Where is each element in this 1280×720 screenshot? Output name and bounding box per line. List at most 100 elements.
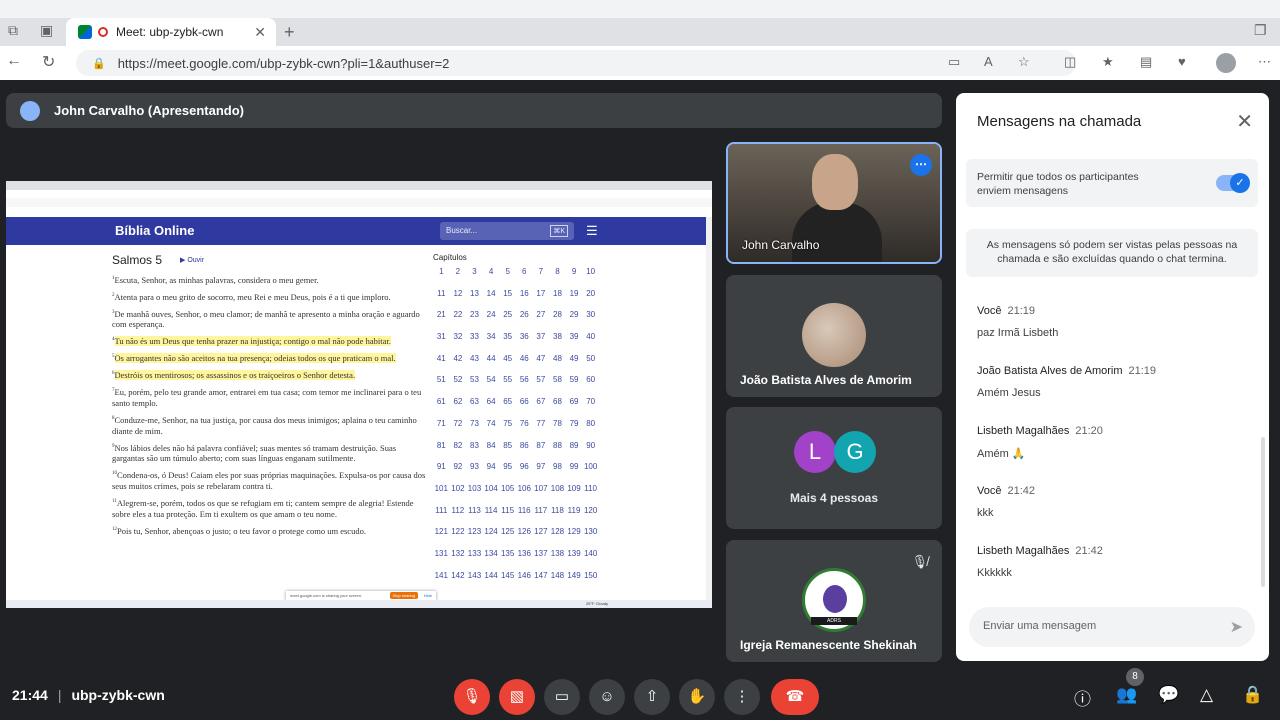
chapter-link: 143 (467, 570, 482, 580)
reload-icon[interactable]: ↻ (42, 52, 55, 72)
participant-tile-john[interactable]: ⋯ John Carvalho (726, 142, 942, 264)
chapter-link: 83 (470, 440, 479, 450)
chapter-link: 120 (583, 505, 598, 515)
reactions-button[interactable]: ☺ (589, 679, 625, 715)
chat-icon[interactable]: 💬 (1158, 685, 1179, 705)
chapter-link: 17 (536, 288, 546, 298)
chapter-link: 105 (500, 483, 515, 493)
more-options-button[interactable]: ⋮ (724, 679, 760, 715)
chapter-link: 84 (486, 440, 496, 450)
chapter-link: 144 (484, 570, 498, 580)
chapter-link: 94 (486, 462, 496, 472)
close-tab-icon[interactable]: ✕ (254, 24, 266, 41)
chapter-link: 39 (569, 332, 579, 342)
chapter-link: 98 (553, 462, 562, 472)
read-aloud-icon[interactable]: A (984, 54, 993, 69)
close-chat-icon[interactable]: ✕ (1236, 109, 1253, 134)
chapter-link: 45 (503, 353, 513, 363)
taskbar-weather: 25°F Cloudy (586, 601, 609, 606)
url-text: https://meet.google.com/ubp-zybk-cwn?pli… (117, 55, 450, 71)
chapter-link: 64 (486, 397, 496, 407)
verse: 11Alegrem-se, porém, todos os que se ref… (112, 498, 414, 520)
chapter-link: 22 (453, 310, 463, 320)
chat-message: Lisbeth Magalhães 21:42 Kkkkkk (977, 545, 1103, 579)
chapter-link: 135 (500, 548, 515, 558)
chapter-link: 40 (586, 332, 596, 342)
people-icon[interactable]: 👥 (1116, 685, 1137, 705)
chapter-link: 73 (470, 418, 479, 428)
chapter-link: 136 (517, 548, 531, 558)
chapter-link: 3 (472, 267, 477, 276)
chapter-link: 8 (555, 267, 560, 276)
chapter-link: 13 (470, 288, 479, 298)
chapter-link: 76 (519, 418, 529, 428)
participant-tile-more[interactable]: L G Mais 4 pessoas (726, 407, 942, 529)
host-controls-icon[interactable]: 🔒 (1242, 685, 1263, 705)
back-icon[interactable]: ← (6, 52, 22, 70)
tab-actions-icon[interactable]: ▣ (40, 22, 53, 39)
chapter-link: 132 (451, 548, 465, 558)
meeting-details-icon[interactable]: ⓘ (1074, 685, 1091, 710)
chapter-link: 57 (536, 375, 546, 385)
church-logo: ADRS (802, 568, 866, 632)
address-bar[interactable]: 🔒 https://meet.google.com/ubp-zybk-cwn?p… (76, 50, 1076, 76)
captions-button[interactable]: ▭ (544, 679, 580, 715)
workspaces-icon[interactable]: ⧉ (8, 22, 18, 39)
chapter-link: 104 (484, 483, 498, 493)
verse: 7Eu, porém, pelo teu grande amor, entrar… (112, 386, 422, 408)
window-restore-icon[interactable]: ❐ (1254, 22, 1267, 39)
raise-hand-button[interactable]: ✋ (679, 679, 715, 715)
site-logo: Bíblia Online (115, 223, 195, 238)
chapter-link: 101 (434, 483, 448, 493)
present-button[interactable]: ⇧ (634, 679, 670, 715)
send-icon[interactable]: ➤ (1230, 617, 1243, 637)
chapter-link: 113 (468, 505, 481, 515)
chat-scrollbar[interactable] (1261, 437, 1265, 587)
new-tab-icon[interactable]: + (284, 22, 295, 43)
chapter-link: 141 (434, 570, 448, 580)
chapter-link: 44 (486, 353, 496, 363)
chapter-link: 150 (583, 570, 598, 580)
activities-icon[interactable]: △ (1200, 685, 1213, 705)
leave-call-button[interactable]: ☎ (771, 679, 819, 715)
verse: 12Pois tu, Senhor, abençoas o justo; o t… (112, 525, 366, 536)
chapter-link: 128 (550, 527, 565, 537)
collections-icon[interactable]: ▤ (1140, 54, 1152, 70)
chapter-link: 148 (550, 570, 565, 580)
verse-list: 1Escuta, Senhor, as minhas palavras, con… (112, 273, 428, 541)
chapter-link: 145 (500, 570, 515, 580)
participant-tile-joao[interactable]: João Batista Alves de Amorim (726, 275, 942, 397)
split-screen-icon[interactable]: ◫ (1064, 54, 1076, 70)
chapter-link: 95 (503, 462, 513, 472)
chat-message-input[interactable]: Enviar uma mensagem ➤ (969, 607, 1255, 647)
chapter-link: 97 (536, 462, 546, 472)
chapter-link: 33 (470, 332, 479, 342)
verse: 3De manhã ouves, Senhor, o meu clamor; d… (112, 308, 420, 330)
chapter-link: 116 (517, 505, 531, 515)
mic-off-icon: 🎙︎ (462, 688, 482, 705)
allow-messages-toggle[interactable]: ✓ (1216, 173, 1250, 193)
profile-avatar[interactable] (1216, 53, 1236, 73)
chapter-link: 5 (505, 267, 510, 276)
camera-toggle-button[interactable]: ▧ (499, 679, 535, 715)
chapters-heading: Capítulos (433, 253, 467, 262)
verse: 10Condena-os, ó Deus! Caiam eles por sua… (112, 470, 426, 492)
favorites-icon[interactable]: ★ (1102, 54, 1114, 70)
hang-up-icon: ☎ (785, 688, 805, 705)
chapter-link: 70 (586, 397, 596, 407)
camera-in-use-icon[interactable]: ▭ (948, 54, 960, 70)
browser-tab-meet[interactable]: Meet: ubp-zybk-cwn ✕ (66, 18, 276, 46)
browser-menu-icon[interactable]: ⋯ (1258, 54, 1271, 70)
shared-bookmarks-bar (6, 198, 712, 207)
extension-icon[interactable]: ♥ (1178, 54, 1186, 69)
presenter-label: John Carvalho (Apresentando) (54, 103, 244, 118)
more-options-icon[interactable]: ⋯ (910, 154, 932, 176)
chapter-link: 108 (550, 483, 565, 493)
chapter-link: 74 (486, 418, 496, 428)
participant-tile-igreja[interactable]: 🎙︎̸ ADRS Igreja Remanescente Shekinah (726, 540, 942, 662)
chapter-link: 23 (470, 310, 479, 320)
mic-toggle-button[interactable]: 🎙︎ (454, 679, 490, 715)
chapter-link: 7 (538, 267, 544, 276)
check-icon: ✓ (1230, 173, 1250, 193)
favorite-star-icon[interactable]: ☆ (1018, 54, 1030, 70)
